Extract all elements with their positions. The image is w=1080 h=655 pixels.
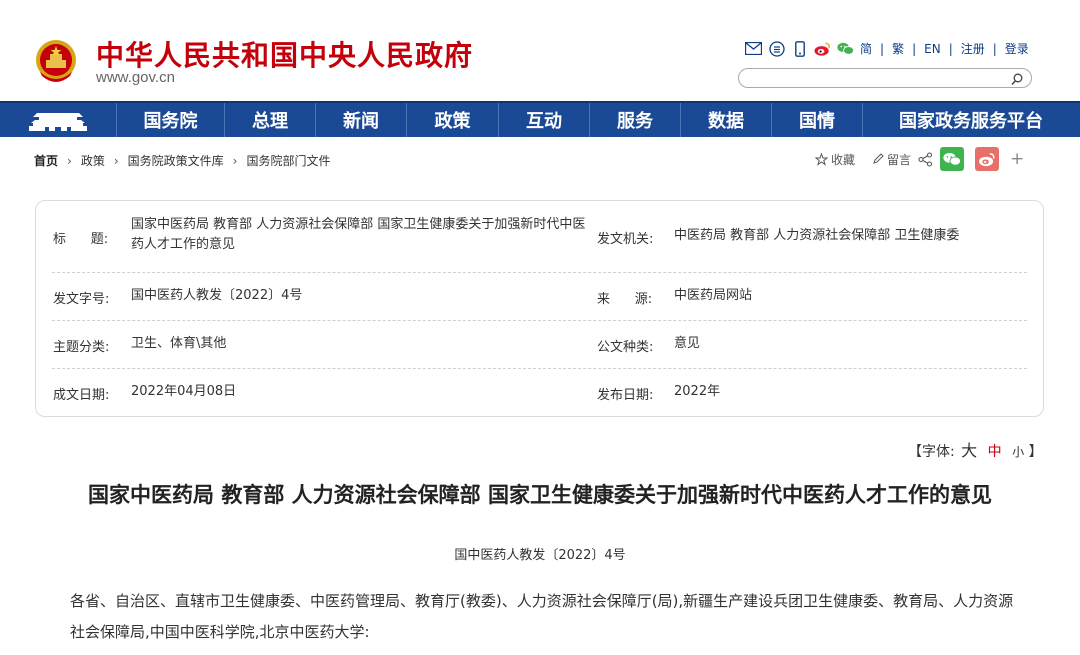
breadcrumb-home[interactable]: 首页	[34, 152, 58, 169]
info-row: 主题分类: 卫生、体育\其他 公文种类: 意见	[52, 321, 1027, 369]
nav-item-interaction[interactable]: 互动	[498, 103, 589, 137]
breadcrumb-policy-library[interactable]: 国务院政策文件库	[128, 152, 224, 169]
register-link[interactable]: 注册	[961, 40, 985, 57]
separator: |	[992, 41, 997, 56]
rss-icon[interactable]	[768, 40, 785, 57]
source-label: 来 源:	[597, 292, 653, 307]
nav-item-state-council[interactable]: 国务院	[116, 103, 224, 137]
font-size-control: 【字体: 大 中 小 】	[908, 437, 1043, 461]
weibo-icon[interactable]	[814, 40, 831, 57]
traditional-chinese-link[interactable]: 繁	[892, 40, 904, 57]
site-title[interactable]: 中华人民共和国中央人民政府	[96, 34, 473, 74]
search-icon[interactable]	[1011, 71, 1023, 90]
issuing-authority-label: 发文机关:	[597, 232, 654, 247]
breadcrumb-department-docs[interactable]: 国务院部门文件	[246, 152, 330, 169]
separator: |	[880, 41, 885, 56]
doc-number-value: 国中医药人教发〔2022〕4号	[131, 288, 303, 303]
top-links: 简 | 繁 | EN | 注册 | 登录	[745, 40, 1029, 57]
nav-item-services[interactable]: 服务	[589, 103, 680, 137]
source-value: 中医药局网站	[674, 288, 753, 303]
font-small-button[interactable]: 小	[1012, 445, 1024, 459]
search-box	[738, 68, 1032, 88]
nav-item-news[interactable]: 新闻	[315, 103, 406, 137]
share-wechat-icon[interactable]	[940, 147, 965, 171]
chevron-right-icon: ›	[67, 153, 72, 168]
doc-type-value: 意见	[674, 336, 701, 351]
national-emblem-icon[interactable]	[34, 38, 78, 86]
mail-icon[interactable]	[745, 40, 762, 57]
font-size-suffix: 】	[1028, 444, 1043, 460]
login-link[interactable]: 登录	[1005, 40, 1029, 57]
separator: |	[948, 41, 953, 56]
comment-button[interactable]: 留言	[872, 151, 911, 168]
doc-type-label: 公文种类:	[597, 340, 654, 355]
share-weibo-icon[interactable]	[975, 147, 1000, 171]
english-link[interactable]: EN	[924, 42, 941, 56]
info-row: 发文字号: 国中医药人教发〔2022〕4号 来 源: 中医药局网站	[52, 273, 1027, 321]
main-nav: 国务院 总理 新闻 政策 互动 服务 数据 国情 国家政务服务平台	[0, 101, 1080, 137]
title-value: 国家中医药局 教育部 人力资源社会保障部 国家卫生健康委关于加强新时代中医药人才…	[131, 217, 586, 252]
chevron-right-icon: ›	[232, 153, 238, 168]
article-doc-number: 国中医药人教发〔2022〕4号	[454, 548, 626, 563]
more-share-icon[interactable]: +	[1010, 149, 1024, 169]
breadcrumb-policy[interactable]: 政策	[81, 152, 105, 169]
publish-date-label: 发布日期:	[597, 388, 654, 403]
pencil-icon	[873, 153, 884, 164]
wechat-icon[interactable]	[837, 40, 854, 57]
info-row: 成文日期: 2022年04月08日 发布日期: 2022年	[52, 369, 1027, 417]
favorite-label: 收藏	[831, 152, 856, 167]
title-label: 标 题:	[53, 232, 109, 247]
tiananmen-icon[interactable]	[0, 103, 116, 137]
font-medium-button[interactable]: 中	[988, 444, 1002, 460]
star-icon	[815, 152, 828, 166]
article-title: 国家中医药局 教育部 人力资源社会保障部 国家卫生健康委关于加强新时代中医药人才…	[88, 482, 992, 507]
topic-value: 卫生、体育\其他	[131, 336, 227, 351]
written-date-value: 2022年04月08日	[131, 384, 237, 399]
site-header: 中华人民共和国中央人民政府 www.gov.cn 简 | 繁 | EN | 注册…	[0, 0, 1080, 101]
topic-label: 主题分类:	[53, 340, 110, 355]
nav-item-national-conditions[interactable]: 国情	[771, 103, 862, 137]
separator: |	[912, 41, 917, 56]
nav-item-data[interactable]: 数据	[680, 103, 771, 137]
nav-item-premier[interactable]: 总理	[224, 103, 315, 137]
issuing-authority-value: 中医药局 教育部 人力资源社会保障部 卫生健康委	[674, 228, 960, 243]
written-date-label: 成文日期:	[53, 388, 110, 403]
favorite-button[interactable]: 收藏	[815, 151, 855, 168]
site-url[interactable]: www.gov.cn	[96, 69, 175, 86]
publish-date-value: 2022年	[674, 384, 721, 399]
nav-item-policy[interactable]: 政策	[406, 103, 498, 137]
document-info-box: 标 题: 国家中医药局 教育部 人力资源社会保障部 国家卫生健康委关于加强新时代…	[35, 200, 1044, 417]
share-icon[interactable]	[918, 151, 933, 167]
info-row: 标 题: 国家中医药局 教育部 人力资源社会保障部 国家卫生健康委关于加强新时代…	[52, 201, 1027, 273]
font-large-button[interactable]: 大	[961, 441, 977, 460]
simplified-chinese-link[interactable]: 简	[860, 40, 872, 57]
breadcrumb: 首页 › 政策 › 国务院政策文件库 › 国务院部门文件	[34, 152, 331, 169]
article-body: 各省、自治区、直辖市卫生健康委、中医药管理局、教育厅(教委)、人力资源社会保障厅…	[70, 592, 1014, 641]
search-input[interactable]	[749, 71, 999, 85]
page-tools: 收藏 留言 +	[815, 147, 1024, 171]
chevron-right-icon: ›	[113, 153, 119, 168]
doc-number-label: 发文字号:	[53, 292, 110, 307]
mobile-icon[interactable]	[791, 40, 808, 57]
nav-item-government-service-platform[interactable]: 国家政务服务平台	[862, 103, 1079, 137]
comment-label: 留言	[887, 152, 912, 167]
font-size-prefix: 【字体:	[908, 444, 955, 460]
